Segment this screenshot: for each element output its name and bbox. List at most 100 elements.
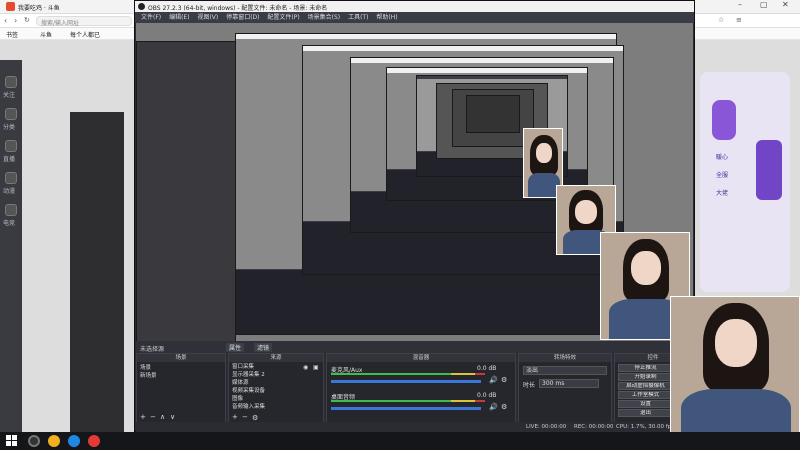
- menu-icon[interactable]: ≡: [736, 16, 742, 24]
- anime-icon[interactable]: [5, 172, 17, 184]
- live-timer: LIVE: 00:00:00: [526, 424, 567, 430]
- no-source-label: 未选择源: [140, 346, 165, 353]
- source-item[interactable]: 视频采集设备: [232, 387, 296, 395]
- menu-file[interactable]: 文件(F): [141, 12, 161, 23]
- edge-taskbar-icon[interactable]: [68, 435, 80, 447]
- duration-label: 时长: [523, 382, 536, 389]
- source-item[interactable]: 图像: [232, 395, 296, 403]
- back-icon[interactable]: ‹: [4, 16, 7, 25]
- mic-meter: [331, 373, 451, 375]
- window-controls: – ▢ ✕: [730, 0, 800, 13]
- menu-edit[interactable]: 编辑(E): [169, 12, 189, 23]
- mic-settings-icon[interactable]: ⚙: [501, 376, 507, 384]
- source-item[interactable]: 显示器采集 2: [232, 371, 296, 379]
- esports-icon[interactable]: [5, 204, 17, 216]
- windows-start-icon[interactable]: [6, 435, 18, 447]
- forward-icon[interactable]: ›: [14, 16, 17, 25]
- maximize-icon[interactable]: ▢: [760, 0, 768, 9]
- source-item[interactable]: 音频输入采集: [232, 403, 296, 411]
- rec-timer: REC: 00:00:00: [574, 424, 614, 430]
- virtual-camera-button[interactable]: 启动虚拟摄像机: [618, 382, 673, 390]
- obs-menu-bar: 文件(F) 编辑(E) 视图(V) 停靠窗口(D) 配置文件(P) 场景集合(S…: [135, 12, 694, 23]
- remove-source-icon[interactable]: −: [242, 414, 248, 421]
- obs-taskbar-icon[interactable]: [28, 435, 40, 447]
- eye-icon[interactable]: ◉: [303, 364, 308, 371]
- refresh-icon[interactable]: ↻: [24, 16, 30, 24]
- scene-item[interactable]: 场景: [140, 364, 224, 372]
- add-scene-icon[interactable]: +: [140, 414, 146, 421]
- sources-dock: 来源 窗口采集 显示器采集 2 媒体源 视频采集设备 图像 音频输入采集 ◉ ▣…: [228, 353, 324, 423]
- bookmark-item[interactable]: 斗鱼: [40, 30, 52, 39]
- settings-button[interactable]: 设置: [618, 400, 673, 408]
- close-icon[interactable]: ✕: [782, 0, 789, 9]
- mic-db-value: 0.0 dB: [477, 365, 497, 372]
- mic-meter-clip: [475, 373, 485, 375]
- address-bar[interactable]: 搜索/输入网址: [36, 16, 132, 27]
- source-item[interactable]: 窗口采集: [232, 363, 296, 371]
- desktop-meter-peak: [451, 400, 475, 402]
- lock-icon[interactable]: ▣: [313, 364, 319, 371]
- treasure-icon[interactable]: [756, 140, 782, 200]
- menu-scene-collection[interactable]: 场景集合(S): [308, 12, 341, 23]
- transition-select[interactable]: 淡出: [523, 366, 607, 375]
- badge-label: 暖心: [716, 154, 729, 161]
- source-settings-icon[interactable]: ⚙: [252, 414, 258, 422]
- minimize-icon[interactable]: –: [738, 0, 742, 9]
- move-down-icon[interactable]: ∨: [170, 414, 175, 421]
- menu-view[interactable]: 视图(V): [197, 12, 218, 23]
- follow-icon[interactable]: [5, 76, 17, 88]
- gift-badge-icon[interactable]: [712, 100, 736, 140]
- browser-tab-title[interactable]: 我要吃鸡 · 斗鱼: [18, 3, 128, 12]
- desktop-volume-slider[interactable]: [331, 407, 481, 410]
- properties-button[interactable]: 属性: [226, 343, 245, 352]
- browser-taskbar-icon[interactable]: [48, 435, 60, 447]
- audio-mixer-dock: 混音器 麦克风/Aux 0.0 dB 🔊 ⚙ 桌面音频 0.0 dB 🔊 ⚙: [326, 353, 516, 423]
- exit-button[interactable]: 退出: [618, 409, 673, 417]
- desktop-settings-icon[interactable]: ⚙: [501, 403, 507, 411]
- sidebar-label: 动漫: [3, 188, 16, 195]
- cpu-fps: CPU: 1.7%, 30.00 fps: [616, 424, 675, 430]
- extensions-icon[interactable]: ☆: [718, 16, 724, 24]
- mic-speaker-icon[interactable]: 🔊: [489, 376, 498, 384]
- start-recording-button[interactable]: 开始录制: [618, 373, 673, 381]
- obs-dock-row: 场景 场景 新场景 + − ∧ ∨ 来源 窗口采集 显示器采集 2 媒体源 视频…: [136, 353, 693, 423]
- stop-streaming-button[interactable]: 停止推流: [618, 364, 673, 372]
- obs-logo-icon: [138, 3, 145, 10]
- remove-scene-icon[interactable]: −: [150, 414, 156, 421]
- address-placeholder: 搜索/输入网址: [41, 20, 80, 27]
- obs-title: OBS 27.2.3 (64-bit, windows) - 配置文件: 未命名…: [148, 5, 328, 12]
- live-icon[interactable]: [5, 140, 17, 152]
- obs-status-bar: LIVE: 00:00:00 REC: 00:00:00 CPU: 1.7%, …: [136, 422, 693, 432]
- bookmark-item[interactable]: 每个人都已: [70, 30, 100, 39]
- badge-label: 大佬: [716, 190, 729, 197]
- transitions-header: 转场特效: [519, 354, 611, 362]
- add-source-icon[interactable]: +: [232, 414, 238, 421]
- sidebar-label: 直播: [3, 156, 16, 163]
- menu-help[interactable]: 帮助(H): [376, 12, 397, 23]
- duration-input[interactable]: 300 ms: [539, 379, 599, 388]
- mirror-level-8: [466, 95, 520, 133]
- scenes-header: 场景: [137, 354, 225, 362]
- studio-mode-button[interactable]: 工作室模式: [618, 391, 673, 399]
- category-icon[interactable]: [5, 108, 17, 120]
- netease-taskbar-icon[interactable]: [88, 435, 100, 447]
- mic-meter-peak: [451, 373, 475, 375]
- transitions-dock: 转场特效 淡出 时长 300 ms: [518, 353, 612, 423]
- menu-docks[interactable]: 停靠窗口(D): [226, 12, 259, 23]
- sidebar-label: 关注: [3, 92, 16, 99]
- menu-tools[interactable]: 工具(T): [348, 12, 368, 23]
- windows-taskbar: [0, 432, 800, 450]
- mic-volume-slider[interactable]: [331, 380, 481, 383]
- scene-item[interactable]: 新场景: [140, 372, 224, 380]
- bookmark-item[interactable]: 书签: [6, 30, 18, 39]
- filters-button[interactable]: 滤镜: [254, 343, 273, 352]
- source-item[interactable]: 媒体源: [232, 379, 296, 387]
- move-up-icon[interactable]: ∧: [160, 414, 165, 421]
- desktop-meter-clip: [475, 400, 485, 402]
- desktop-speaker-icon[interactable]: 🔊: [489, 403, 498, 411]
- obs-title-bar: OBS 27.2.3 (64-bit, windows) - 配置文件: 未命名…: [135, 1, 694, 12]
- menu-profile[interactable]: 配置文件(P): [267, 12, 299, 23]
- desktop-meter: [331, 400, 451, 402]
- source-toolbar: 未选择源 属性 滤镜: [136, 341, 693, 353]
- captured-stream-panel: [136, 41, 236, 341]
